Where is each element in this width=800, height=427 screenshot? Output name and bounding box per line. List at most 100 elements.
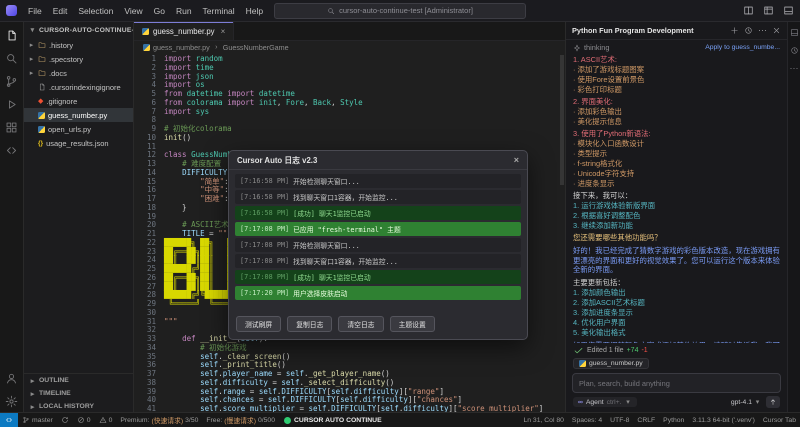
json-file-icon: {} bbox=[38, 140, 43, 147]
edited-files-row[interactable]: Edited 1 file +74 -1 bbox=[566, 343, 787, 358]
chat-line: · 类型提示 bbox=[573, 149, 780, 159]
log-entry: [7:16:58 PM]开始检测聊天窗口... bbox=[235, 174, 521, 188]
model-selector[interactable]: gpt-4.1 ▾ bbox=[731, 398, 761, 406]
menu-edit[interactable]: Edit bbox=[48, 4, 73, 18]
sidebar-sections: ▸OUTLINE▸TIMELINE▸LOCAL HISTORY bbox=[24, 373, 133, 413]
search-icon[interactable] bbox=[5, 52, 18, 65]
status-item[interactable]: UTF-8 bbox=[606, 413, 633, 427]
chat-line: 3. 继续添加新功能 bbox=[573, 221, 780, 231]
chevron-down-icon: ▾ bbox=[754, 398, 761, 406]
account-icon[interactable] bbox=[5, 372, 18, 385]
additions-count: +74 bbox=[627, 347, 639, 354]
send-button[interactable] bbox=[766, 396, 780, 408]
chat-input[interactable] bbox=[572, 373, 781, 393]
menu-view[interactable]: View bbox=[119, 4, 147, 18]
tree-item[interactable]: .cursorindexingignore bbox=[24, 80, 133, 94]
app-logo-icon[interactable] bbox=[6, 5, 17, 16]
git-file-icon: ◆ bbox=[38, 97, 43, 105]
tree-item[interactable]: ◆.gitignore bbox=[24, 94, 133, 108]
tree-item[interactable]: ▸.specstory bbox=[24, 52, 133, 66]
line-number: 2 bbox=[134, 64, 164, 73]
status-item[interactable]: Python bbox=[659, 413, 688, 427]
menu-go[interactable]: Go bbox=[149, 4, 170, 18]
close-icon[interactable]: × bbox=[514, 155, 519, 165]
status-item[interactable]: Ln 31, Col 80 bbox=[519, 413, 567, 427]
menu-selection[interactable]: Selection bbox=[73, 4, 118, 18]
sparkle-icon bbox=[573, 44, 581, 52]
folder-icon bbox=[38, 55, 46, 63]
check-icon bbox=[573, 345, 584, 356]
right-rail: ··· bbox=[787, 22, 800, 413]
status-item[interactable] bbox=[57, 413, 73, 427]
chat-line: 1. 运行游戏体验新版界面 bbox=[573, 201, 780, 211]
tree-item-label: usage_results.json bbox=[46, 139, 109, 148]
quota-item[interactable]: Free:(慢速请求) 0/500 bbox=[202, 413, 279, 427]
tree-item-label: .cursorindexingignore bbox=[49, 83, 121, 92]
chat-line: 1. 添加颜色输出 bbox=[573, 288, 780, 298]
more-icon[interactable]: ··· bbox=[758, 26, 767, 35]
dialog-header[interactable]: Cursor Auto 日志 v2.3 × bbox=[229, 151, 527, 170]
tree-item[interactable]: ▸.history bbox=[24, 38, 133, 52]
menu-run[interactable]: Run bbox=[171, 4, 197, 18]
breadcrumb-item[interactable]: GuessNumberGame bbox=[223, 43, 289, 52]
more-icon[interactable]: ··· bbox=[790, 64, 799, 73]
breadcrumb-item[interactable]: guess_number.py bbox=[153, 43, 210, 52]
modal-button[interactable]: 复制日志 bbox=[287, 316, 332, 332]
modal-button[interactable]: 主题设置 bbox=[390, 316, 435, 332]
quota-item[interactable]: Premium:(快速请求) 3/50 bbox=[116, 413, 202, 427]
section-outline[interactable]: ▸OUTLINE bbox=[24, 374, 133, 387]
editor-scrollbar[interactable] bbox=[560, 53, 565, 413]
debug-icon[interactable] bbox=[5, 98, 18, 111]
modal-button[interactable]: 测试刷屏 bbox=[236, 316, 281, 332]
source-control-icon[interactable] bbox=[5, 75, 18, 88]
scrollbar-thumb[interactable] bbox=[560, 55, 564, 185]
apply-link[interactable]: Apply to guess_numbe... bbox=[705, 43, 780, 53]
status-item[interactable]: 0 bbox=[73, 413, 95, 427]
explorer-header[interactable]: ▾ CURSOR-AUTO-CONTINUE-TEST bbox=[24, 22, 133, 38]
python-file-icon bbox=[38, 126, 45, 133]
section-timeline[interactable]: ▸TIMELINE bbox=[24, 387, 133, 400]
chevron-right-icon: ▸ bbox=[29, 390, 36, 398]
tab-guess-number[interactable]: guess_number.py × bbox=[134, 22, 234, 40]
panel-icon[interactable] bbox=[790, 28, 799, 37]
tree-item[interactable]: ▸.docs bbox=[24, 66, 133, 80]
chat-line: 好的！我已经完成了猜数字游戏的彩色版本改造，现在游戏拥有更漂亮的界面和更好的视觉… bbox=[573, 246, 780, 275]
agent-mode-selector[interactable]: ∞ Agent ctrl+. ▾ bbox=[573, 397, 637, 407]
tree-item[interactable]: {}usage_results.json bbox=[24, 136, 133, 150]
settings-icon[interactable] bbox=[5, 395, 18, 408]
breadcrumb-separator: › bbox=[213, 44, 220, 51]
panel-icon[interactable] bbox=[783, 5, 794, 16]
titlebar-actions bbox=[743, 5, 794, 16]
menu-file[interactable]: File bbox=[23, 4, 47, 18]
tree-item[interactable]: guess_number.py bbox=[24, 108, 133, 122]
remote-icon[interactable] bbox=[5, 144, 18, 157]
status-item[interactable]: 0 bbox=[95, 413, 117, 427]
thinking-row[interactable]: thinking Apply to guess_numbe... bbox=[573, 43, 780, 53]
status-item[interactable]: CRLF bbox=[633, 413, 659, 427]
explorer-icon[interactable] bbox=[5, 29, 18, 42]
close-tab-icon[interactable]: × bbox=[221, 27, 226, 36]
plus-icon[interactable] bbox=[730, 26, 739, 35]
status-item[interactable]: master bbox=[18, 413, 57, 427]
file-chip[interactable]: guess_number.py bbox=[573, 358, 649, 369]
status-item[interactable]: 3.11.3 64-bit ('.venv') bbox=[688, 413, 759, 427]
menu-terminal[interactable]: Terminal bbox=[198, 4, 240, 18]
code-line: 7import sys bbox=[134, 108, 565, 117]
status-item[interactable]: Cursor Tab bbox=[759, 413, 800, 427]
layout-icon[interactable] bbox=[763, 5, 774, 16]
extensions-icon[interactable] bbox=[5, 121, 18, 134]
menu-help[interactable]: Help bbox=[241, 4, 268, 18]
chat-line: · Unicode字符支持 bbox=[573, 169, 780, 179]
remote-icon bbox=[5, 416, 13, 424]
chevron-right-icon: ▸ bbox=[28, 69, 35, 77]
status-item[interactable]: Spaces: 4 bbox=[568, 413, 606, 427]
remote-indicator[interactable] bbox=[0, 413, 18, 427]
close-icon[interactable] bbox=[772, 26, 781, 35]
tree-item[interactable]: open_urls.py bbox=[24, 122, 133, 136]
command-center-search[interactable]: cursor-auto-continue-test [Administrator… bbox=[274, 3, 526, 19]
history-icon[interactable] bbox=[790, 46, 799, 55]
history-icon[interactable] bbox=[744, 26, 753, 35]
auto-continue-toggle[interactable]: CURSOR AUTO CONTINUE bbox=[279, 417, 387, 424]
modal-button[interactable]: 清空日志 bbox=[338, 316, 383, 332]
split-editor-icon[interactable] bbox=[743, 5, 754, 16]
